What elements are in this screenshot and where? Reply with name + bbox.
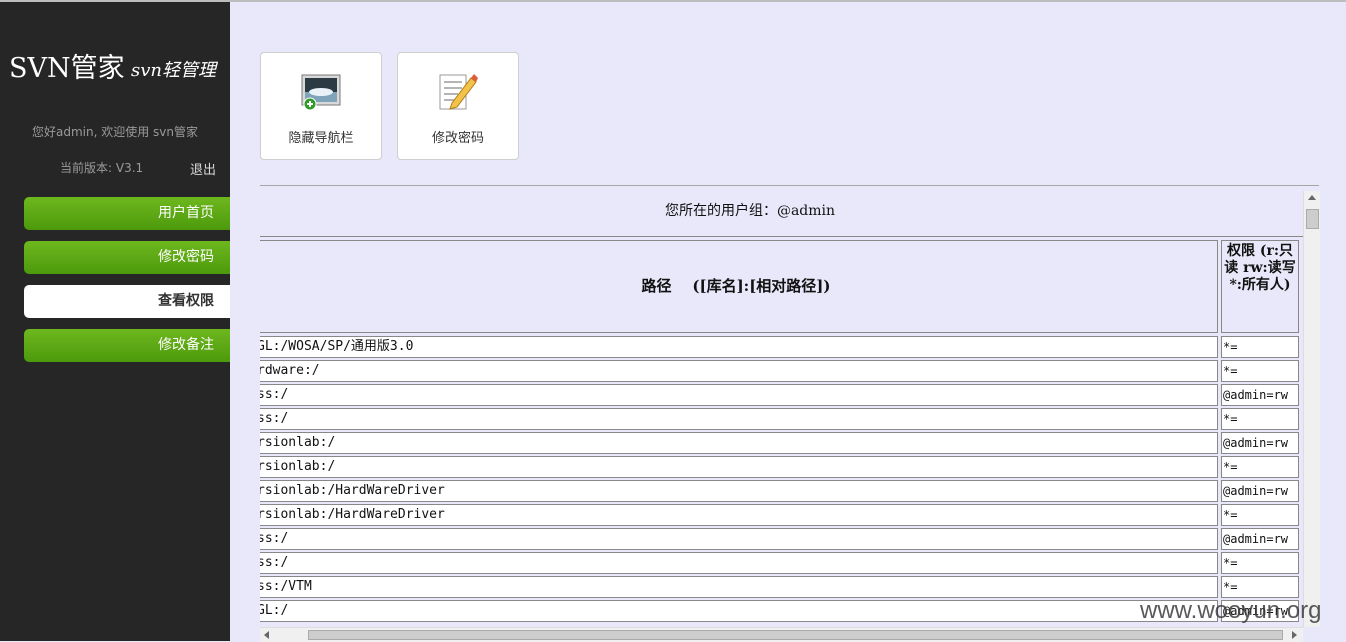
permission-cell: @admin=rw [1221,528,1299,550]
change-password-tool-label: 修改密码 [431,131,484,146]
nav-view-permissions[interactable]: 查看权限 [24,285,230,318]
hide-nav-label: 隐藏导航栏 [288,131,354,146]
hide-nav-button[interactable]: 隐藏导航栏 [260,52,382,160]
path-cell: rsionlab:/HardWareDriver [260,504,1218,526]
column-header-path: 路径 ([库名]:[相对路径]) [260,240,1218,333]
watermark: www.wooyun.org [1140,597,1322,624]
nav-change-password[interactable]: 修改密码 [24,241,230,274]
table-row: rsionlab:/ @admin=rw [260,432,1303,454]
permission-cell: @admin=rw [1221,480,1299,502]
table-row: ss:/VTM *= [260,576,1303,598]
permission-cell: *= [1221,360,1299,382]
permission-cell: *= [1221,504,1299,526]
table-row: GL:/WOSA/SP/通用版3.0 *= [260,336,1303,358]
permission-cell: @admin=rw [1221,384,1299,406]
permissions-panel: 您所在的用户组：@admin 路径 ([库名]:[相对路径]) 权限 (r:只读… [260,191,1303,627]
sidebar: SVN管家 svn轻管理 您好admin, 欢迎使用 svn管家 当前版本: V… [0,0,230,641]
path-cell: ss:/ [260,528,1218,550]
permission-cell: *= [1221,456,1299,478]
version-text: 当前版本: V3.1 [60,161,144,175]
path-cell: rsionlab:/ [260,432,1218,454]
table-row: ss:/ *= [260,552,1303,574]
vertical-scroll-thumb[interactable] [1306,209,1319,229]
horizontal-scroll-thumb[interactable] [308,630,1283,640]
path-cell: rsionlab:/HardWareDriver [260,480,1218,502]
permission-cell: *= [1221,336,1299,358]
group-divider [260,236,1303,237]
path-cell: ss:/ [260,384,1218,406]
edit-document-icon [439,74,478,110]
welcome-text: 您好admin, 欢迎使用 svn管家 [31,125,198,139]
table-row: rsionlab:/HardWareDriver *= [260,504,1303,526]
change-password-tool-button[interactable]: 修改密码 [397,52,519,160]
nav-edit-notes[interactable]: 修改备注 [24,329,230,362]
scroll-right-arrow-icon[interactable] [1292,631,1297,639]
path-cell: ss:/VTM [260,576,1218,598]
table-row: rsionlab:/HardWareDriver @admin=rw [260,480,1303,502]
path-cell: GL:/WOSA/SP/通用版3.0 [260,336,1218,358]
user-group-text: 您所在的用户组：@admin [664,203,836,219]
path-cell: rdware:/ [260,360,1218,382]
table-row: rsionlab:/ *= [260,456,1303,478]
path-cell: rsionlab:/ [260,456,1218,478]
logout-link[interactable]: 退出 [190,159,216,178]
table-row: rdware:/ *= [260,360,1303,382]
table-row: ss:/ *= [260,408,1303,430]
column-header-permission: 权限 (r:只读 rw:读写 *:所有人) [1221,240,1299,333]
permission-cell: @admin=rw [1221,432,1299,454]
picture-add-icon [301,74,341,111]
permission-cell: *= [1221,576,1299,598]
divider [260,185,1319,186]
path-cell: GL:/ [260,600,1218,622]
app-logo: SVN管家 [9,53,125,84]
permission-cell: *= [1221,552,1299,574]
app-slogan: svn轻管理 [131,60,216,81]
top-border [0,0,1346,2]
permission-cell: *= [1221,408,1299,430]
scroll-left-arrow-icon[interactable] [264,631,269,639]
vertical-scrollbar[interactable] [1303,191,1320,627]
horizontal-scrollbar[interactable] [260,627,1303,642]
nav-user-home[interactable]: 用户首页 [24,197,230,230]
path-cell: ss:/ [260,408,1218,430]
table-row: ss:/ @admin=rw [260,528,1303,550]
path-cell: ss:/ [260,552,1218,574]
table-row: ss:/ @admin=rw [260,384,1303,406]
scroll-up-arrow-icon[interactable] [1308,195,1316,200]
